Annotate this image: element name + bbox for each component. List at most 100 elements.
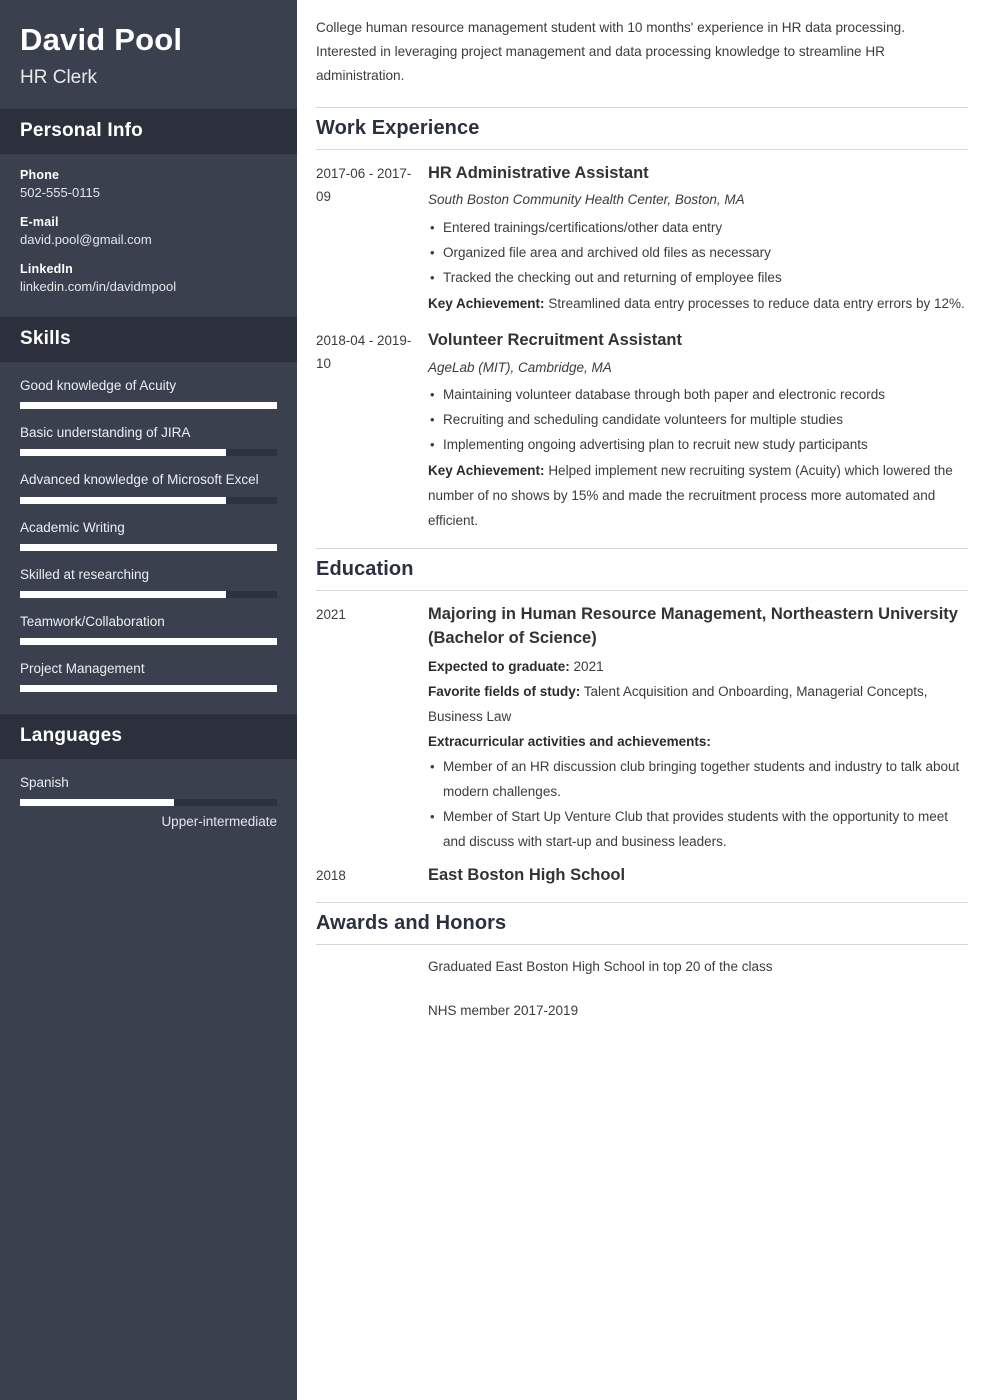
skill-bar-fill [20, 637, 277, 645]
education-extracurricular-label: Extracurricular activities and achieveme… [428, 730, 968, 755]
section-awards: Awards and Honors Graduated East Boston … [316, 902, 968, 1021]
info-item-phone: Phone 502-555-0115 [20, 168, 277, 202]
skill-bar-fill [20, 496, 226, 504]
skill-bar-track [20, 402, 277, 410]
skill-name: Academic Writing [20, 519, 125, 535]
work-entry: 2018-04 - 2019-10 Volunteer Recruitment … [316, 317, 968, 534]
awards-date-spacer [316, 956, 428, 1021]
award-item: Graduated East Boston High School in top… [428, 959, 773, 975]
language-bar-track [20, 799, 277, 807]
info-value-email[interactable]: david.pool@gmail.com [20, 232, 277, 249]
info-label-email: E-mail [20, 215, 59, 230]
education-entry-title: Majoring in Human Resource Management, N… [428, 604, 958, 647]
skill-item: Project Management [20, 659, 277, 693]
personal-info-body: Phone 502-555-0115 E-mail david.pool@gma… [0, 154, 297, 317]
list-item: Organized file area and archived old fil… [428, 241, 968, 266]
work-entry-body: Volunteer Recruitment Assistant AgeLab (… [428, 329, 968, 534]
skill-name: Basic understanding of JIRA [20, 425, 191, 441]
section-heading-awards: Awards and Honors [316, 902, 968, 946]
language-item: Spanish Upper-intermediate [20, 773, 277, 829]
education-entry-body: Majoring in Human Resource Management, N… [428, 603, 968, 856]
skill-bar-fill [20, 402, 277, 410]
list-item: Maintaining volunteer database through b… [428, 383, 968, 408]
awards-body: Graduated East Boston High School in top… [428, 956, 968, 1021]
info-item-email: E-mail david.pool@gmail.com [20, 215, 277, 249]
section-heading-education: Education [316, 547, 968, 591]
skill-bar-track [20, 685, 277, 693]
work-entry-date: 2017-06 - 2017-09 [316, 165, 412, 204]
work-entry-organization: AgeLab (MIT), Cambridge, MA [428, 359, 612, 375]
info-label-phone: Phone [20, 168, 60, 183]
name-block: David Pool HR Clerk [0, 0, 297, 110]
education-fields-label: Favorite fields of study: [428, 684, 581, 700]
education-entry-date: 2021 [316, 606, 346, 622]
list-item: Entered trainings/certifications/other d… [428, 216, 968, 241]
achievement-label: Key Achievement: [428, 462, 545, 478]
education-entry-bullets: Member of an HR discussion club bringing… [428, 755, 968, 855]
language-bar-fill [20, 799, 175, 807]
language-proficiency: Upper-intermediate [161, 814, 277, 830]
education-entry-body: East Boston High School [428, 864, 968, 888]
work-entry-body: HR Administrative Assistant South Boston… [428, 162, 968, 317]
skill-item: Skilled at researching [20, 565, 277, 598]
award-item: NHS member 2017-2019 [428, 1002, 579, 1018]
skill-item: Advanced knowledge of Microsoft Excel [20, 470, 277, 504]
list-item: Implementing ongoing advertising plan to… [428, 433, 968, 458]
section-heading-work-experience: Work Experience [316, 106, 968, 150]
candidate-name: David Pool [20, 22, 183, 57]
education-graduate-label: Expected to graduate: [428, 659, 570, 675]
info-label-linkedin: LinkedIn [20, 262, 73, 277]
skill-item: Academic Writing [20, 518, 277, 551]
list-item: Tracked the checking out and returning o… [428, 266, 968, 291]
skill-bar-fill [20, 449, 226, 457]
info-value-linkedin[interactable]: linkedin.com/in/davidmpool [20, 279, 277, 296]
work-entry-bullets: Entered trainings/certifications/other d… [428, 216, 968, 291]
education-fields-line: Favorite fields of study: Talent Acquisi… [428, 680, 968, 730]
work-entry-title: Volunteer Recruitment Assistant [428, 330, 682, 349]
skill-bar-track [20, 590, 277, 598]
skill-name: Skilled at researching [20, 566, 150, 582]
skill-bar-fill [20, 590, 226, 598]
skill-name: Advanced knowledge of Microsoft Excel [20, 472, 259, 488]
list-item: Recruiting and scheduling candidate volu… [428, 408, 968, 433]
personal-info-heading: Personal Info [0, 109, 297, 155]
education-entry-title: East Boston High School [428, 866, 626, 885]
sidebar: David Pool HR Clerk Personal Info Phone … [0, 0, 297, 1400]
skill-name: Project Management [20, 660, 145, 676]
skill-bar-track [20, 637, 277, 645]
skill-item: Teamwork/Collaboration [20, 612, 277, 645]
work-entry-achievement: Key Achievement: Helped implement new re… [428, 459, 968, 534]
skill-name: Teamwork/Collaboration [20, 613, 165, 629]
candidate-job-title: HR Clerk [20, 66, 98, 88]
work-entry: 2017-06 - 2017-09 HR Administrative Assi… [316, 150, 968, 317]
achievement-text: Streamlined data entry processes to redu… [548, 295, 965, 311]
list-item: Member of Start Up Venture Club that pro… [428, 805, 968, 855]
skill-item: Basic understanding of JIRA [20, 423, 277, 457]
work-entry-date: 2018-04 - 2019-10 [316, 332, 412, 371]
skill-bar-fill [20, 685, 277, 693]
languages-heading: Languages [0, 714, 297, 760]
skills-heading: Skills [0, 317, 297, 363]
list-item: Member of an HR discussion club bringing… [428, 755, 968, 805]
info-item-linkedin: LinkedIn linkedin.com/in/davidmpool [20, 262, 277, 296]
languages-body: Spanish Upper-intermediate [0, 759, 297, 851]
work-entry-organization: South Boston Community Health Center, Bo… [428, 192, 745, 208]
education-graduate-line: Expected to graduate: 2021 [428, 655, 968, 680]
section-education: Education 2021 Majoring in Human Resourc… [316, 547, 968, 889]
education-graduate-value: 2021 [573, 659, 604, 675]
language-name: Spanish [20, 775, 69, 791]
main-content: College human resource management studen… [297, 0, 990, 1400]
achievement-label: Key Achievement: [428, 295, 545, 311]
skills-body: Good knowledge of Acuity Basic understan… [0, 362, 297, 714]
education-entry-date: 2018 [316, 868, 346, 884]
section-work-experience: Work Experience 2017-06 - 2017-09 HR Adm… [316, 106, 968, 534]
work-entry-achievement: Key Achievement: Streamlined data entry … [428, 292, 968, 317]
resume-document: David Pool HR Clerk Personal Info Phone … [0, 0, 990, 1400]
skill-bar-track [20, 449, 277, 457]
education-entry: 2018 East Boston High School [316, 855, 968, 888]
awards-row: Graduated East Boston High School in top… [316, 945, 968, 1021]
professional-summary: College human resource management studen… [316, 20, 905, 84]
skill-item: Good knowledge of Acuity [20, 376, 277, 410]
work-entry-title: HR Administrative Assistant [428, 163, 649, 182]
info-value-phone[interactable]: 502-555-0115 [20, 185, 277, 202]
